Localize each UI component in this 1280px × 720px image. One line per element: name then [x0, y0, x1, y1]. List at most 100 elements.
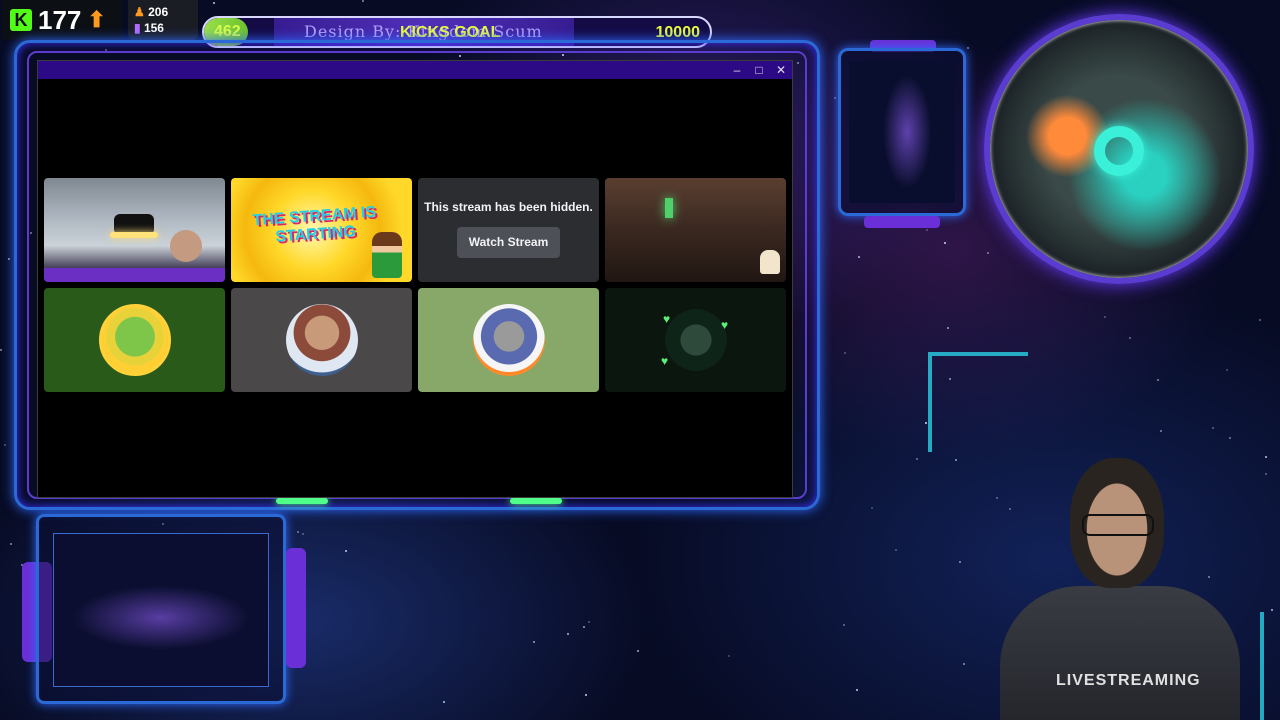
participant-tile-hearts[interactable]: ♥ ♥ ♥: [605, 288, 786, 392]
followers-count: 206: [148, 5, 169, 19]
close-button[interactable]: ✕: [770, 61, 792, 79]
frame-glow-accent: [276, 498, 328, 504]
star: [1265, 456, 1267, 458]
kick-count: 177: [38, 4, 82, 35]
pepe-avatar: [98, 304, 171, 376]
heart-icon: ♥: [663, 312, 671, 326]
star: [967, 47, 969, 49]
star: [916, 458, 918, 460]
star: [843, 624, 845, 626]
kick-follower-counter: K 177 ⬆: [2, 0, 122, 40]
stream-starting-text: THE STREAM IS STARTING: [252, 203, 377, 246]
star: [567, 633, 569, 635]
star: [4, 444, 6, 446]
followers-stat: ♟ 206: [134, 4, 192, 20]
bugs-bunny-avatar: [472, 304, 545, 376]
glasses-icon: [1082, 514, 1154, 536]
game-light-source: [665, 198, 673, 218]
star: [996, 497, 998, 499]
star: [925, 422, 927, 424]
streamer-torso: [1000, 586, 1240, 720]
star: [585, 694, 587, 696]
views-count: 156: [143, 21, 164, 35]
window-titlebar: – □ ✕: [38, 61, 792, 79]
discord-stream-window: – □ ✕ THE STREAM IS STARTING This stream…: [37, 60, 793, 498]
star: [844, 352, 846, 354]
star: [1229, 437, 1231, 439]
star: [297, 531, 299, 533]
star: [947, 327, 949, 329]
star: [944, 242, 946, 244]
star: [10, 543, 12, 545]
star: [728, 655, 730, 657]
star: [834, 97, 836, 99]
star: [533, 641, 535, 643]
star: [858, 256, 860, 258]
star: [302, 533, 304, 535]
star: [1259, 319, 1261, 321]
participant-tile-bunny[interactable]: [231, 288, 412, 392]
heart-icon: ♥: [661, 354, 669, 368]
goal-current-value: 462: [214, 23, 241, 40]
car-icon: [114, 214, 154, 232]
stream-tile-starting-screen[interactable]: THE STREAM IS STARTING: [231, 178, 412, 282]
participant-tile-pepe[interactable]: [44, 288, 225, 392]
star: [8, 258, 10, 260]
star: [959, 561, 961, 563]
frame-glow-accent: [510, 498, 562, 504]
star: [963, 663, 965, 665]
star: [926, 229, 928, 231]
character-avatar: [659, 304, 732, 376]
views-stat: ▮ 156: [134, 20, 192, 36]
star: [345, 550, 347, 552]
star: [1157, 379, 1159, 381]
minimize-button[interactable]: –: [726, 61, 748, 79]
stream-tile-dark-game[interactable]: [605, 178, 786, 282]
arrow-up-icon: ⬆: [87, 7, 106, 32]
star: [895, 549, 897, 551]
star: [1104, 316, 1106, 318]
stream-stats: ♟ 206 ▮ 156: [128, 0, 198, 40]
star: [362, 0, 364, 2]
side-panel-tab: [864, 216, 940, 228]
shirt-text: LIVESTREAMING: [1056, 672, 1201, 689]
star: [1129, 337, 1131, 339]
dna-side-panel: [838, 48, 966, 216]
star: [1226, 369, 1228, 371]
dna-helix-screen: [53, 533, 269, 687]
star: [443, 701, 445, 703]
star: [987, 252, 989, 254]
person-icon: ♟: [134, 5, 145, 19]
star: [1271, 609, 1273, 611]
star: [0, 349, 2, 351]
kick-logo-icon: K: [10, 9, 32, 31]
bottom-panel-tab-right: [286, 548, 306, 668]
maximize-button[interactable]: □: [748, 61, 770, 79]
dna-bottom-panel: [36, 514, 286, 704]
star: [1212, 427, 1214, 429]
watch-stream-button[interactable]: Watch Stream: [457, 227, 560, 258]
star: [637, 650, 639, 652]
orb-ring-icon: [1094, 126, 1144, 176]
star: [213, 2, 215, 4]
bunny-avatar: [285, 304, 358, 376]
toast-icon: [760, 250, 780, 274]
game-hud-strip: [44, 268, 225, 282]
heart-icon: ♥: [721, 318, 729, 332]
participant-tile-bugs[interactable]: [418, 288, 599, 392]
star: [588, 621, 590, 623]
star: [1265, 473, 1267, 475]
star: [955, 459, 957, 461]
hud-edge-line: [1260, 612, 1264, 720]
webcam-avatar: [170, 230, 202, 262]
bar-chart-icon: ▮: [134, 21, 141, 35]
stream-tile-racing-game[interactable]: [44, 178, 225, 282]
hud-corner-bracket: [928, 352, 1028, 452]
stream-tile-hidden: This stream has been hidden. Watch Strea…: [418, 178, 599, 282]
hidden-stream-message: This stream has been hidden.: [424, 200, 593, 214]
anime-character-icon: [372, 232, 402, 278]
star: [856, 689, 858, 691]
streamer-webcam: LIVESTREAMING: [1000, 458, 1240, 720]
headlight-glow: [110, 232, 158, 238]
star: [871, 507, 873, 509]
